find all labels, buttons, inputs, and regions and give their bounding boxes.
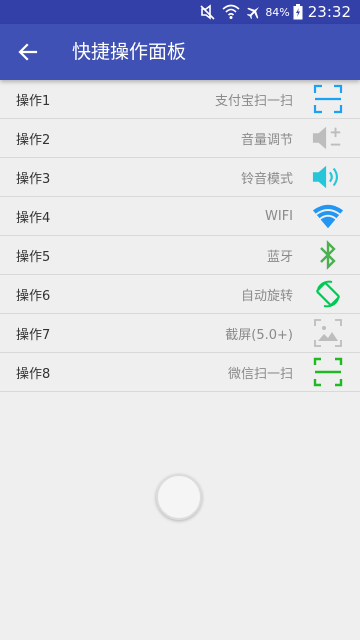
list-item-screenshot[interactable]: 操作7 截屏(5.0+) <box>0 314 360 353</box>
operation-name: 操作3 <box>16 171 51 187</box>
operation-name: 操作8 <box>16 366 51 382</box>
list-item-wechat-scan[interactable]: 操作8 微信扫一扫 <box>0 353 360 392</box>
list-item-auto-rotate[interactable]: 操作6 自动旋转 <box>0 275 360 314</box>
clock: 23:32 <box>307 3 351 21</box>
list-item-volume[interactable]: 操作2 音量调节 <box>0 119 360 158</box>
operation-description: WIFI <box>265 208 293 224</box>
battery-percent: 84% <box>265 5 290 19</box>
status-icons: 84% 23:32 <box>197 0 360 24</box>
operation-name: 操作6 <box>16 288 51 304</box>
operation-description: 铃音模式 <box>240 171 293 187</box>
operation-list: 操作1 支付宝扫一扫 操作2 音量调节 操作3 铃音模式 操作4 WIFI 操作… <box>0 80 360 392</box>
volume-adjust-icon <box>312 123 344 153</box>
mute-vibrate-icon <box>197 4 219 20</box>
wechat-scan-icon <box>312 357 344 387</box>
alipay-scan-icon <box>312 84 344 114</box>
operation-description: 微信扫一扫 <box>227 366 293 382</box>
floating-ball-button[interactable] <box>156 474 202 520</box>
operation-description: 自动旋转 <box>240 288 293 304</box>
bluetooth-icon <box>312 240 344 270</box>
wifi-icon <box>312 201 344 231</box>
screenshot-icon <box>312 318 344 348</box>
battery-charging-icon <box>292 4 304 20</box>
screen-rotate-icon <box>312 279 344 309</box>
operation-description: 蓝牙 <box>266 249 293 265</box>
status-bar: 84% 23:32 <box>0 0 360 24</box>
operation-description: 截屏(5.0+) <box>225 327 293 343</box>
operation-description: 支付宝扫一扫 <box>214 93 293 109</box>
wifi-icon <box>219 4 243 20</box>
operation-name: 操作2 <box>16 132 51 148</box>
list-item-ringtone[interactable]: 操作3 铃音模式 <box>0 158 360 197</box>
operation-name: 操作1 <box>16 93 51 109</box>
operation-name: 操作5 <box>16 249 51 265</box>
airplane-icon <box>243 4 265 20</box>
operation-name: 操作4 <box>16 210 51 226</box>
list-item-alipay-scan[interactable]: 操作1 支付宝扫一扫 <box>0 80 360 119</box>
operation-description: 音量调节 <box>240 132 293 148</box>
list-item-bluetooth[interactable]: 操作5 蓝牙 <box>0 236 360 275</box>
speaker-icon <box>312 162 344 192</box>
page-title: 快捷操作面板 <box>72 41 187 63</box>
arrow-left-icon <box>18 43 38 61</box>
back-button[interactable] <box>12 36 44 68</box>
app-bar: 快捷操作面板 <box>0 24 360 80</box>
operation-name: 操作7 <box>16 327 51 343</box>
list-item-wifi[interactable]: 操作4 WIFI <box>0 197 360 236</box>
